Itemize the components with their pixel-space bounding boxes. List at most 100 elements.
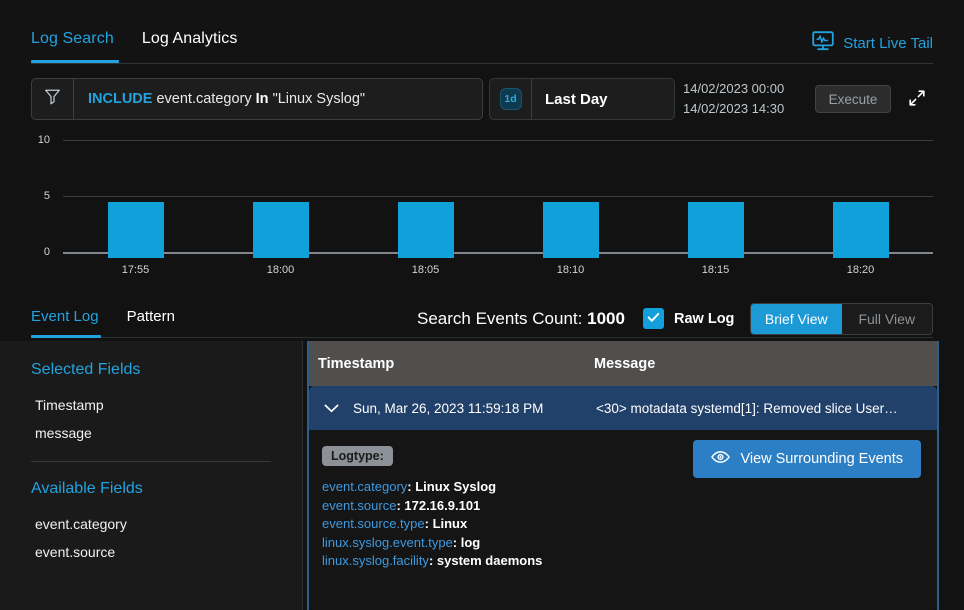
detail-field-row: event.source.type: Linux — [322, 515, 937, 534]
results-tabs: Event Log Pattern — [31, 308, 175, 325]
tab-log-search[interactable]: Log Search — [31, 30, 114, 64]
x-axis-tick: 18:10 — [556, 264, 585, 276]
time-badge-wrap: 1d — [490, 79, 532, 119]
raw-log-toggle[interactable]: Raw Log — [643, 308, 734, 329]
y-axis-tick-10: 10 — [37, 134, 50, 146]
histogram-bars — [63, 140, 933, 258]
detail-field-list: event.category: Linux Syslog event.source… — [322, 478, 937, 571]
events-histogram: 10 5 0 17:55 18:00 18:05 18:10 18:15 18:20 — [0, 128, 964, 288]
results-divider — [31, 337, 933, 338]
detail-field-value: : Linux Syslog — [407, 479, 497, 494]
events-table: Timestamp Message Sun, Mar 26, 2023 11:5… — [307, 341, 939, 610]
view-surrounding-events-button[interactable]: View Surrounding Events — [693, 440, 921, 478]
row-expand-toggle[interactable] — [309, 401, 353, 416]
date-range-display: 14/02/2023 00:00 14/02/2023 14:30 — [683, 79, 784, 119]
available-field-event-category[interactable]: event.category — [31, 510, 302, 538]
column-header-message[interactable]: Message — [594, 356, 937, 372]
events-panel: Timestamp Message Sun, Mar 26, 2023 11:5… — [303, 341, 964, 610]
histogram-bar[interactable] — [107, 202, 164, 258]
count-label: Search Events Count: — [417, 309, 583, 328]
monitor-waveform-icon — [812, 31, 834, 55]
selected-field-message[interactable]: message — [31, 419, 302, 447]
event-detail-panel: Logtype: View Surrounding Events event.c… — [309, 430, 937, 610]
detail-field-key[interactable]: linux.syslog.event.type — [322, 535, 453, 550]
detail-field-row: linux.syslog.facility: system daemons — [322, 552, 937, 571]
selected-field-timestamp[interactable]: Timestamp — [31, 391, 302, 419]
primary-tabs: Log Search Log Analytics — [31, 30, 237, 64]
table-header: Timestamp Message — [309, 341, 937, 386]
column-header-timestamp[interactable]: Timestamp — [309, 356, 594, 372]
funnel-icon — [44, 88, 61, 110]
query-input-box[interactable]: INCLUDE event.category In "Linux Syslog" — [31, 78, 483, 120]
query-operator: In — [255, 91, 269, 107]
detail-field-row: linux.syslog.event.type: log — [322, 534, 937, 553]
detail-field-value: : 172.16.9.101 — [396, 497, 481, 513]
time-range-label: Last Day — [545, 90, 608, 108]
raw-log-checkbox[interactable] — [643, 308, 664, 329]
filter-button[interactable] — [32, 79, 74, 119]
top-divider — [31, 63, 933, 64]
expand-button[interactable] — [903, 86, 931, 114]
tab-event-log[interactable]: Event Log — [31, 308, 99, 325]
fields-divider — [31, 461, 271, 462]
query-field: event.category — [156, 91, 252, 107]
search-events-count: Search Events Count: 1000 — [417, 309, 625, 329]
histogram-bar[interactable] — [542, 202, 599, 258]
raw-log-label: Raw Log — [674, 310, 735, 327]
tab-pattern[interactable]: Pattern — [127, 308, 175, 325]
row-timestamp: Sun, Mar 26, 2023 11:59:18 PM — [353, 400, 544, 416]
execute-button[interactable]: Execute — [815, 85, 891, 113]
time-range-selector[interactable]: 1d Last Day — [489, 78, 675, 120]
histogram-bar[interactable] — [832, 202, 889, 258]
histogram-bar[interactable] — [687, 202, 744, 258]
detail-field-key[interactable]: linux.syslog.facility — [322, 553, 429, 568]
brief-view-button[interactable]: Brief View — [751, 304, 842, 334]
x-axis-tick: 17:55 — [121, 264, 150, 276]
y-axis-tick-0: 0 — [43, 246, 50, 258]
detail-field-row: event.category: Linux Syslog — [322, 478, 937, 497]
available-fields-heading: Available Fields — [31, 480, 143, 497]
view-mode-toggle: Brief View Full View — [750, 303, 933, 335]
query-bar: INCLUDE event.category In "Linux Syslog"… — [0, 78, 964, 122]
start-live-tail-button[interactable]: Start Live Tail — [812, 31, 933, 55]
results-toolbar: Event Log Pattern Search Events Count: 1… — [0, 300, 964, 340]
full-view-button[interactable]: Full View — [841, 304, 932, 334]
fields-sidebar: Selected Fields Timestamp message Availa… — [0, 341, 303, 610]
active-results-tab-indicator — [31, 335, 101, 338]
query-value: "Linux Syslog" — [272, 91, 366, 107]
row-message: <30> motadata systemd[1]: Removed slice … — [596, 400, 898, 416]
live-tail-label: Start Live Tail — [843, 34, 933, 52]
logtype-badge: Logtype: — [322, 446, 393, 466]
selected-fields-heading: Selected Fields — [31, 361, 141, 378]
eye-icon — [711, 450, 731, 468]
detail-field-value: : Linux — [424, 516, 468, 531]
top-tab-bar: Log Search Log Analytics Start Live Tail — [0, 0, 964, 68]
date-range-to: 14/02/2023 14:30 — [683, 101, 785, 116]
expand-diagonal-icon — [907, 88, 927, 113]
available-field-event-source[interactable]: event.source — [31, 538, 302, 566]
count-value: 1000 — [587, 309, 625, 328]
table-row[interactable]: Sun, Mar 26, 2023 11:59:18 PM <30> motad… — [309, 386, 937, 430]
detail-field-row: event.source: 172.16.9.101 — [322, 497, 937, 516]
x-axis-tick: 18:00 — [266, 264, 295, 276]
x-axis-tick: 18:15 — [701, 264, 730, 276]
check-icon — [647, 310, 660, 328]
y-axis-tick-5: 5 — [43, 190, 50, 202]
detail-field-value: : log — [452, 534, 481, 550]
histogram-bar[interactable] — [397, 202, 454, 258]
query-include-keyword: INCLUDE — [88, 91, 153, 107]
query-expression[interactable]: INCLUDE event.category In "Linux Syslog" — [74, 91, 482, 107]
histogram-bar[interactable] — [252, 202, 309, 258]
chevron-down-icon — [324, 401, 339, 416]
view-surrounding-events-label: View Surrounding Events — [740, 451, 903, 467]
tab-log-analytics[interactable]: Log Analytics — [142, 30, 238, 64]
detail-field-key[interactable]: event.source.type — [322, 516, 425, 531]
x-axis-tick: 18:20 — [846, 264, 875, 276]
log-search-app: Log Search Log Analytics Start Live Tail — [0, 0, 964, 610]
time-badge: 1d — [499, 88, 522, 110]
detail-field-key[interactable]: event.category — [322, 479, 407, 494]
detail-field-value: : system daemons — [428, 553, 543, 568]
detail-field-key[interactable]: event.source — [322, 498, 396, 513]
x-axis-tick: 18:05 — [411, 264, 440, 276]
date-range-from: 14/02/2023 00:00 — [683, 81, 785, 96]
